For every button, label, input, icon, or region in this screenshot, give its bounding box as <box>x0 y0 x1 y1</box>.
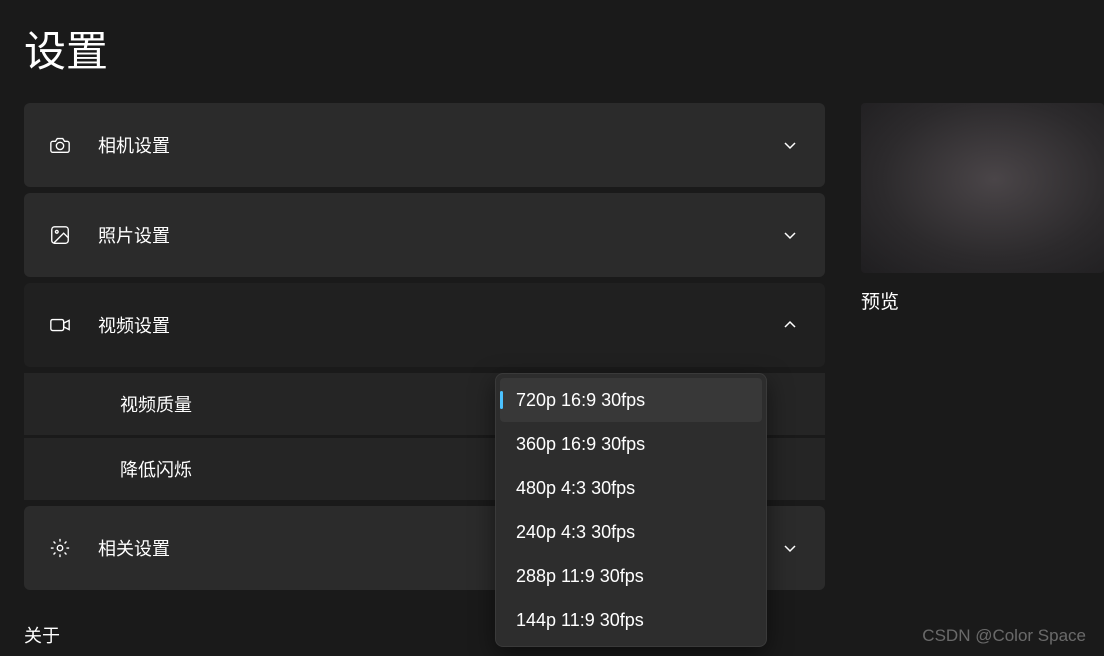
dropdown-option-480p[interactable]: 480p 4:3 30fps <box>500 466 762 510</box>
camera-icon <box>48 133 72 157</box>
accordion-label: 相机设置 <box>98 132 783 158</box>
reduce-flicker-label: 降低闪烁 <box>120 456 192 482</box>
accordion-label: 视频设置 <box>98 312 783 338</box>
dropdown-option-720p[interactable]: 720p 16:9 30fps <box>500 378 762 422</box>
chevron-up-icon <box>783 318 797 332</box>
photo-icon <box>48 223 72 247</box>
accordion-photo-settings[interactable]: 照片设置 <box>24 193 825 277</box>
watermark: CSDN @Color Space <box>922 626 1086 646</box>
dropdown-option-240p[interactable]: 240p 4:3 30fps <box>500 510 762 554</box>
preview-image <box>861 103 1104 273</box>
accordion-camera-settings[interactable]: 相机设置 <box>24 103 825 187</box>
video-quality-dropdown: 720p 16:9 30fps 360p 16:9 30fps 480p 4:3… <box>495 373 767 647</box>
chevron-down-icon <box>783 541 797 555</box>
dropdown-option-288p[interactable]: 288p 11:9 30fps <box>500 554 762 598</box>
preview-label: 预览 <box>861 287 1104 314</box>
dropdown-option-144p[interactable]: 144p 11:9 30fps <box>500 598 762 642</box>
accordion-label: 照片设置 <box>98 222 783 248</box>
chevron-down-icon <box>783 228 797 242</box>
video-icon <box>48 313 72 337</box>
page-title: 设置 <box>0 0 1104 103</box>
about-link[interactable]: 关于 <box>24 622 60 648</box>
dropdown-option-360p[interactable]: 360p 16:9 30fps <box>500 422 762 466</box>
chevron-down-icon <box>783 138 797 152</box>
preview-column: 预览 <box>861 103 1104 590</box>
video-quality-label: 视频质量 <box>120 391 192 417</box>
accordion-video-settings[interactable]: 视频设置 <box>24 283 825 367</box>
gear-icon <box>48 536 72 560</box>
